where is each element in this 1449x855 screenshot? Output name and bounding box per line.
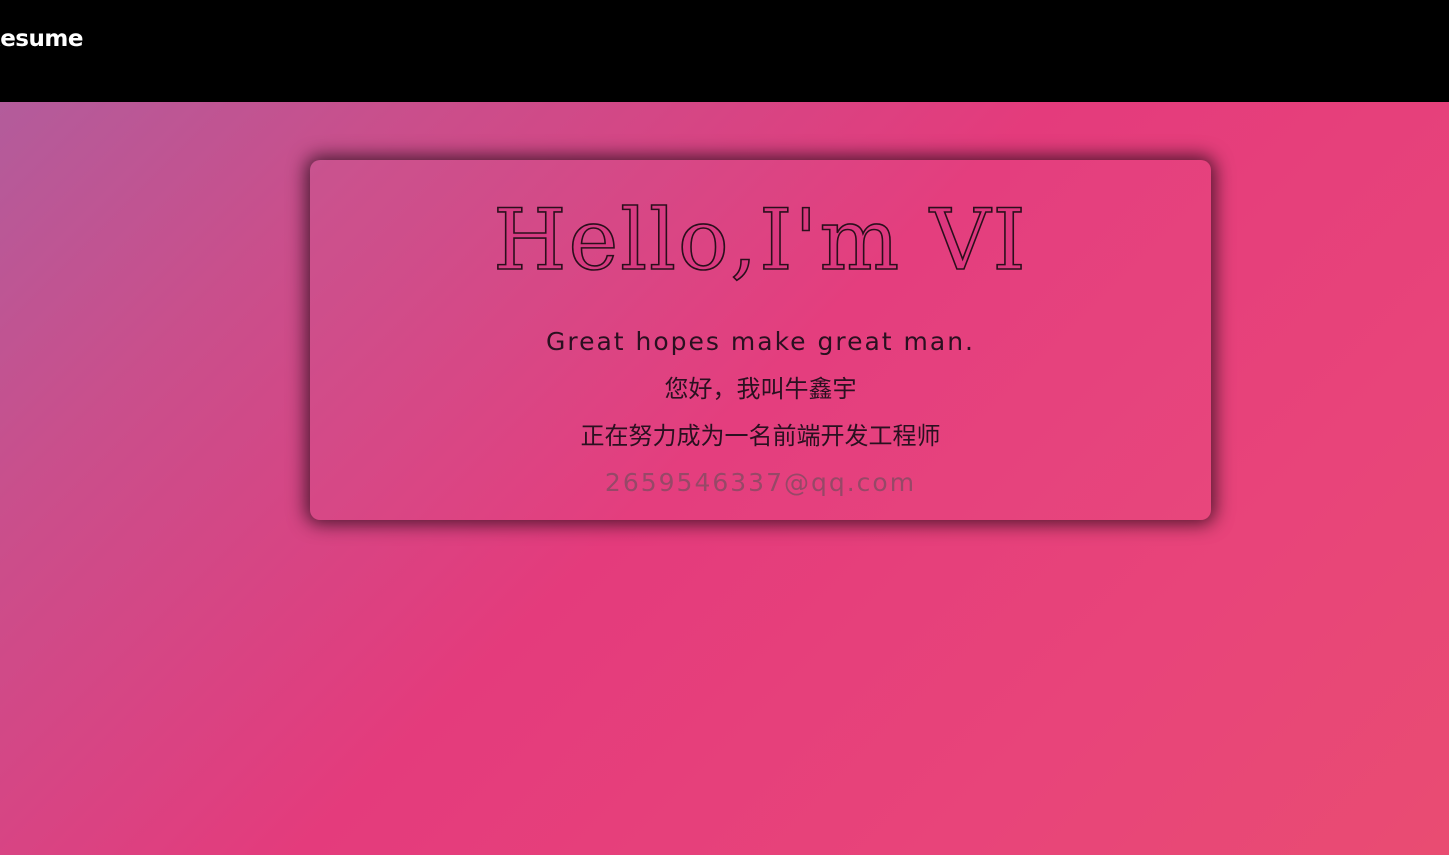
intro-card: Hello,I'm VI Great hopes make great man.… [310,160,1211,520]
email-link[interactable]: 2659546337@qq.com [310,466,1211,500]
brand-title[interactable]: Resume [0,26,83,52]
motto-text: Great hopes make great man. [545,327,975,356]
career-goal-text: 正在努力成为一名前端开发工程师 [580,422,941,450]
greeting-text: 您好，我叫牛鑫宇 [664,375,857,403]
top-navbar: Resume [0,0,1449,102]
hero-headline: Hello,I'm VI [492,190,1028,290]
